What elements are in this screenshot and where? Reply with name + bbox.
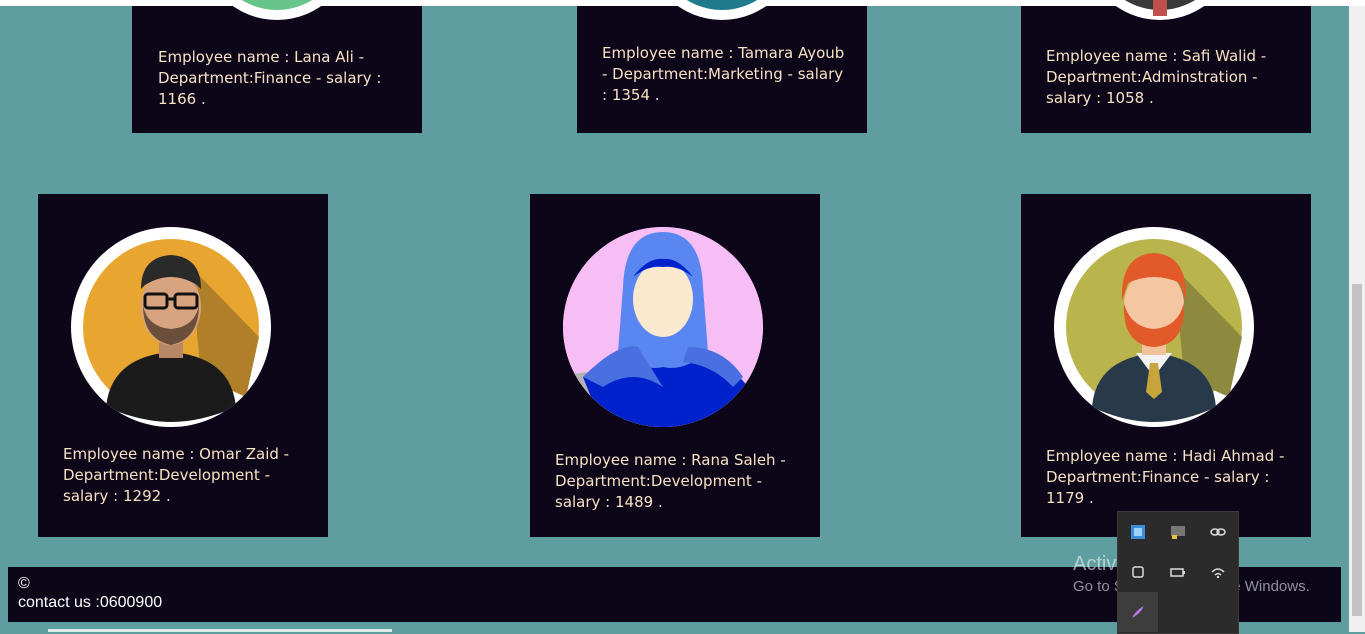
employee-info: Employee name : Hadi Ahmad - Department:… <box>1046 447 1285 507</box>
wifi-icon[interactable] <box>1198 552 1238 592</box>
employee-info: Employee name : Omar Zaid - Department:D… <box>63 445 290 505</box>
network-app-icon[interactable] <box>1118 512 1158 552</box>
woman-hijab-avatar <box>563 227 763 427</box>
avatar-partial <box>645 0 799 20</box>
system-tray-overflow <box>1117 511 1239 634</box>
scrollbar-thumb[interactable] <box>1352 284 1362 616</box>
feather-app-icon[interactable] <box>1118 592 1158 632</box>
employee-card: Employee name : Omar Zaid - Department:D… <box>38 194 328 537</box>
employee-card: Employee name : Rana Saleh - Department:… <box>530 194 820 537</box>
employee-card: Employee name : Safi Walid - Department:… <box>1021 0 1311 133</box>
copyright-symbol: © <box>18 575 30 592</box>
employee-card: Employee name : Tamara Ayoub - Departmen… <box>577 0 867 133</box>
man-glasses-avatar <box>71 227 271 427</box>
link-icon[interactable] <box>1198 512 1238 552</box>
employee-info: Employee name : Tamara Ayoub - Departmen… <box>602 44 845 104</box>
employee-info: Employee name : Lana Ali - Department:Fi… <box>158 48 382 108</box>
employee-info: Employee name : Safi Walid - Department:… <box>1046 47 1267 107</box>
avatar-partial <box>200 0 354 24</box>
man-beard-avatar <box>1054 227 1254 427</box>
display-icon[interactable] <box>1158 512 1198 552</box>
avatar-partial <box>1083 0 1237 22</box>
employee-info: Employee name : Rana Saleh - Department:… <box>555 451 786 511</box>
camera-icon[interactable] <box>1118 552 1158 592</box>
vertical-scrollbar[interactable] <box>1349 6 1365 632</box>
employee-card: Employee name : Lana Ali - Department:Fi… <box>132 0 422 133</box>
battery-icon[interactable] <box>1158 552 1198 592</box>
contact-text: contact us :0600900 <box>18 594 163 611</box>
employee-card: Employee name : Hadi Ahmad - Department:… <box>1021 194 1311 537</box>
